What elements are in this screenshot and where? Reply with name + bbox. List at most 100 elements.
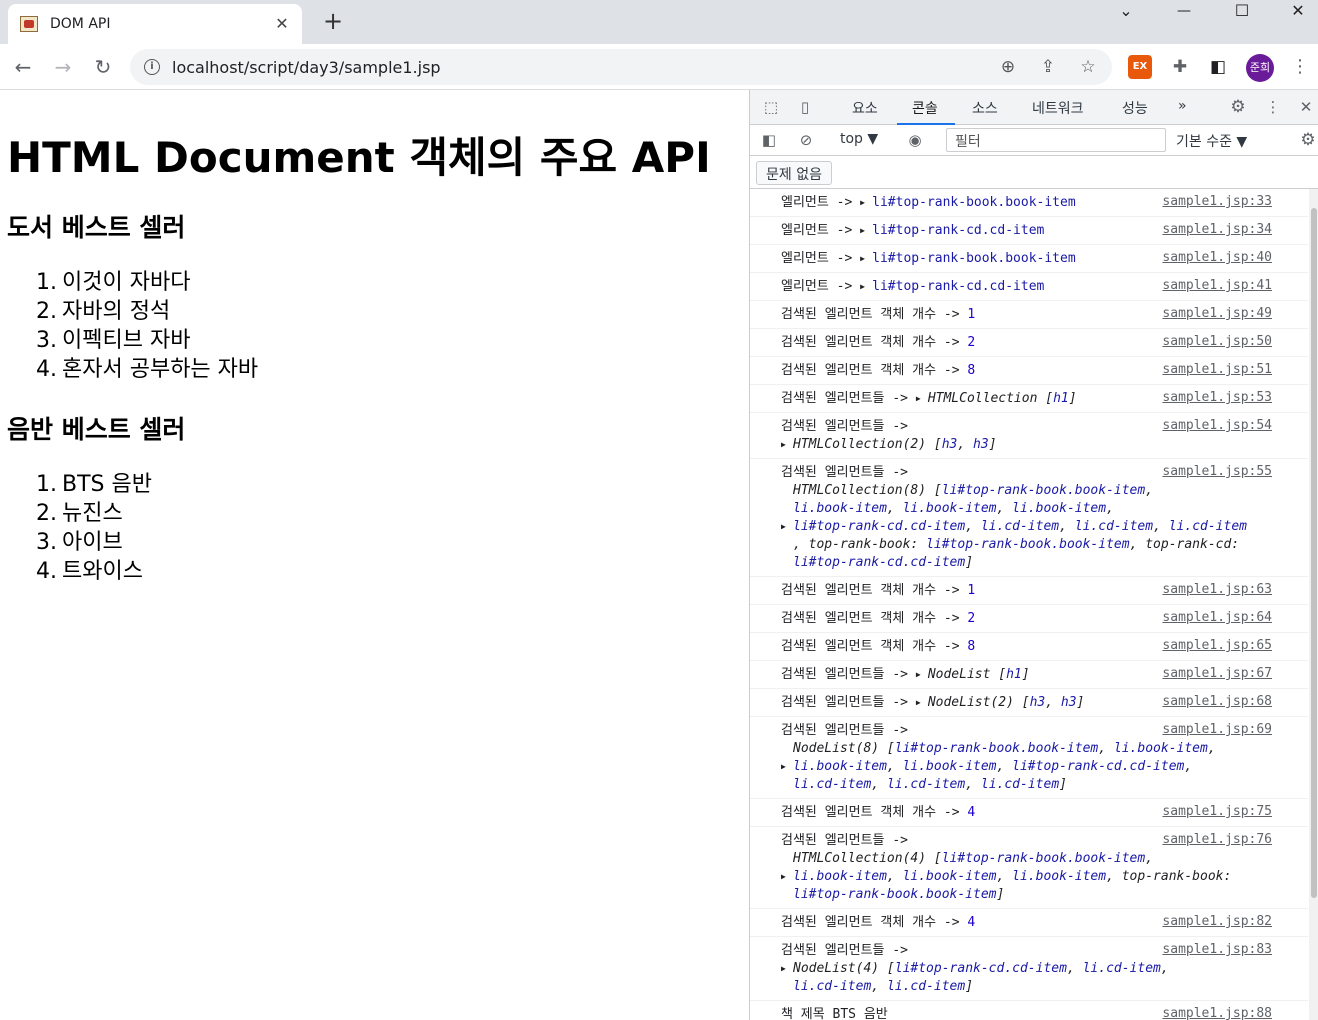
console-message-text: 엘리먼트 -> — [781, 195, 861, 210]
console-object-line[interactable]: HTMLCollection(2) [h3, h3] — [781, 436, 1268, 454]
console-message-text: 검색된 엘리먼트 객체 개수 -> — [781, 639, 968, 654]
bookmark-star-icon[interactable]: ☆ — [1078, 57, 1098, 77]
extensions-puzzle-icon[interactable]: ✚ — [1168, 55, 1192, 79]
favicon-icon — [20, 16, 38, 32]
tab-search-chevron-icon[interactable]: ⌄ — [1098, 0, 1154, 30]
console-number: 8 — [967, 363, 976, 378]
menu-kebab-icon[interactable]: ⋮ — [1288, 55, 1312, 79]
clear-console-icon[interactable]: ⊘ — [795, 129, 817, 151]
console-object-line[interactable]: li.book-item, li.book-item, li.book-item… — [781, 868, 1268, 886]
devtools-menu-icon[interactable]: ⋮ — [1262, 96, 1284, 118]
console-source-link[interactable]: sample1.jsp:54 — [1162, 417, 1272, 435]
console-message-text: 엘리먼트 -> — [781, 251, 861, 266]
console-object[interactable]: NodeList [h1] — [916, 667, 1030, 682]
console-object[interactable]: li#top-rank-book.book-item — [860, 195, 1076, 210]
context-selector[interactable]: top ▼ — [840, 131, 878, 147]
browser-tab[interactable]: DOM API ✕ — [8, 4, 302, 44]
console-source-link[interactable]: sample1.jsp:69 — [1162, 721, 1272, 739]
console-message: 엘리먼트 -> li#top-rank-cd.cd-item sample1.js… — [750, 273, 1308, 301]
browser-toolbar: ← → ↻ i localhost/script/day3/sample1.js… — [0, 44, 1318, 90]
sidebar-toggle-icon[interactable]: ◧ — [758, 129, 780, 151]
window-close-button[interactable]: ✕ — [1270, 0, 1318, 30]
console-object[interactable]: NodeList(2) [h3, h3] — [916, 695, 1085, 710]
devtools-close-icon[interactable]: ✕ — [1295, 96, 1317, 118]
tab-elements[interactable]: 요소 — [852, 98, 878, 118]
console-source-link[interactable]: sample1.jsp:64 — [1162, 609, 1272, 627]
console-source-link[interactable]: sample1.jsp:41 — [1162, 277, 1272, 295]
console-settings-gear-icon[interactable]: ⚙ — [1297, 129, 1318, 151]
devtools-tab-bar: ⬚ ▯ 요소 콘솔 소스 네트워크 성능 » ⚙ ⋮ ✕ — [750, 90, 1318, 125]
site-info-icon[interactable]: i — [144, 59, 160, 75]
console-source-link[interactable]: sample1.jsp:55 — [1162, 463, 1272, 481]
console-messages: 엘리먼트 -> li#top-rank-book.book-item sample… — [750, 189, 1308, 1020]
console-object[interactable]: li#top-rank-cd.cd-item — [860, 279, 1044, 294]
console-message-text: 엘리먼트 -> — [781, 223, 861, 238]
tab-performance[interactable]: 성능 — [1122, 98, 1148, 118]
console-message: 검색된 엘리먼트들 -> NodeList(8) [li#top-rank-bo… — [750, 717, 1308, 799]
console-source-link[interactable]: sample1.jsp:33 — [1162, 193, 1272, 211]
device-toolbar-icon[interactable]: ▯ — [794, 96, 816, 118]
console-object-line[interactable]: NodeList(4) [li#top-rank-cd.cd-item, li.… — [781, 960, 1268, 978]
console-source-link[interactable]: sample1.jsp:63 — [1162, 581, 1272, 599]
devtools-panel: ⬚ ▯ 요소 콘솔 소스 네트워크 성능 » ⚙ ⋮ ✕ ◧ ⊘ top ▼ ◉… — [749, 90, 1318, 1020]
extension-ex-icon[interactable]: EX — [1128, 55, 1152, 79]
console-source-link[interactable]: sample1.jsp:53 — [1162, 389, 1272, 407]
console-message-text: 검색된 엘리먼트 객체 개수 -> — [781, 583, 968, 598]
console-message: 검색된 엘리먼트들 -> NodeList(4) [li#top-rank-cd… — [750, 937, 1308, 1001]
console-source-link[interactable]: sample1.jsp:76 — [1162, 831, 1272, 849]
console-message-text: 검색된 엘리먼트들 -> — [781, 943, 916, 958]
reload-icon[interactable]: ↻ — [90, 54, 116, 80]
forward-arrow-icon[interactable]: → — [50, 54, 76, 80]
filter-input[interactable]: 필터 — [946, 128, 1166, 152]
more-tabs-icon[interactable]: » — [1178, 98, 1187, 114]
console-source-link[interactable]: sample1.jsp:82 — [1162, 913, 1272, 931]
console-message: 검색된 엘리먼트 객체 개수 -> 2 sample1.jsp:50 — [750, 329, 1308, 357]
maximize-button[interactable]: ☐ — [1214, 0, 1270, 30]
minimize-button[interactable]: — — [1156, 0, 1212, 30]
console-source-link[interactable]: sample1.jsp:49 — [1162, 305, 1272, 323]
console-object[interactable]: HTMLCollection [h1] — [916, 391, 1077, 406]
console-source-link[interactable]: sample1.jsp:34 — [1162, 221, 1272, 239]
tab-close-icon[interactable]: ✕ — [272, 14, 292, 33]
list-item: 4. 혼자서 공부하는 자바 — [36, 357, 259, 382]
log-levels-dropdown[interactable]: 기본 수준 ▼ — [1176, 131, 1247, 151]
console-message: 검색된 엘리먼트들 -> NodeList [h1] sample1.jsp:67 — [750, 661, 1308, 689]
console-message: 검색된 엘리먼트들 -> NodeList(2) [h3, h3] sample1… — [750, 689, 1308, 717]
live-expression-eye-icon[interactable]: ◉ — [904, 129, 926, 151]
console-message-text: 검색된 엘리먼트 객체 개수 -> — [781, 805, 968, 820]
console-source-link[interactable]: sample1.jsp:68 — [1162, 693, 1272, 711]
page-content: HTML Document 객체의 주요 API 도서 베스트 셀러 1. 이것이… — [0, 90, 749, 1020]
console-object-line[interactable]: li.book-item, li.book-item, li#top-rank-… — [781, 758, 1268, 776]
settings-gear-icon[interactable]: ⚙ — [1227, 96, 1249, 118]
console-message: 검색된 엘리먼트들 -> HTMLCollection(2) [h3, h3]s… — [750, 413, 1308, 459]
console-number: 1 — [967, 583, 976, 598]
list-item: 3. 이펙티브 자바 — [36, 328, 191, 353]
console-source-link[interactable]: sample1.jsp:65 — [1162, 637, 1272, 655]
console-message: 엘리먼트 -> li#top-rank-book.book-item sample… — [750, 189, 1308, 217]
back-arrow-icon[interactable]: ← — [10, 54, 36, 80]
console-source-link[interactable]: sample1.jsp:50 — [1162, 333, 1272, 351]
console-object-line[interactable]: li#top-rank-cd.cd-item, li.cd-item, li.c… — [781, 518, 1268, 536]
console-source-link[interactable]: sample1.jsp:67 — [1162, 665, 1272, 683]
share-icon[interactable]: ⇪ — [1038, 57, 1058, 77]
console-object-line: HTMLCollection(4) [li#top-rank-book.book… — [793, 851, 1154, 866]
side-panel-icon[interactable]: ◧ — [1206, 55, 1230, 79]
zoom-icon[interactable]: ⊕ — [998, 57, 1018, 77]
avatar[interactable]: 준희 — [1246, 54, 1274, 82]
issues-button[interactable]: 문제 없음 — [756, 161, 832, 185]
new-tab-button[interactable]: + — [320, 8, 346, 34]
console-source-link[interactable]: sample1.jsp:51 — [1162, 361, 1272, 379]
url-text[interactable]: localhost/script/day3/sample1.jsp — [172, 58, 441, 77]
console-scroll-thumb[interactable] — [1311, 208, 1317, 898]
tab-sources[interactable]: 소스 — [972, 98, 998, 118]
console-source-link[interactable]: sample1.jsp:40 — [1162, 249, 1272, 267]
tab-network[interactable]: 네트워크 — [1032, 98, 1084, 118]
inspect-element-icon[interactable]: ⬚ — [760, 96, 782, 118]
tab-console[interactable]: 콘솔 — [912, 98, 938, 118]
console-object[interactable]: li#top-rank-cd.cd-item — [860, 223, 1044, 238]
console-source-link[interactable]: sample1.jsp:88 — [1162, 1005, 1272, 1020]
console-source-link[interactable]: sample1.jsp:83 — [1162, 941, 1272, 959]
address-bar[interactable]: i localhost/script/day3/sample1.jsp ⊕ ⇪ … — [130, 49, 1112, 85]
console-source-link[interactable]: sample1.jsp:75 — [1162, 803, 1272, 821]
console-object[interactable]: li#top-rank-book.book-item — [860, 251, 1076, 266]
